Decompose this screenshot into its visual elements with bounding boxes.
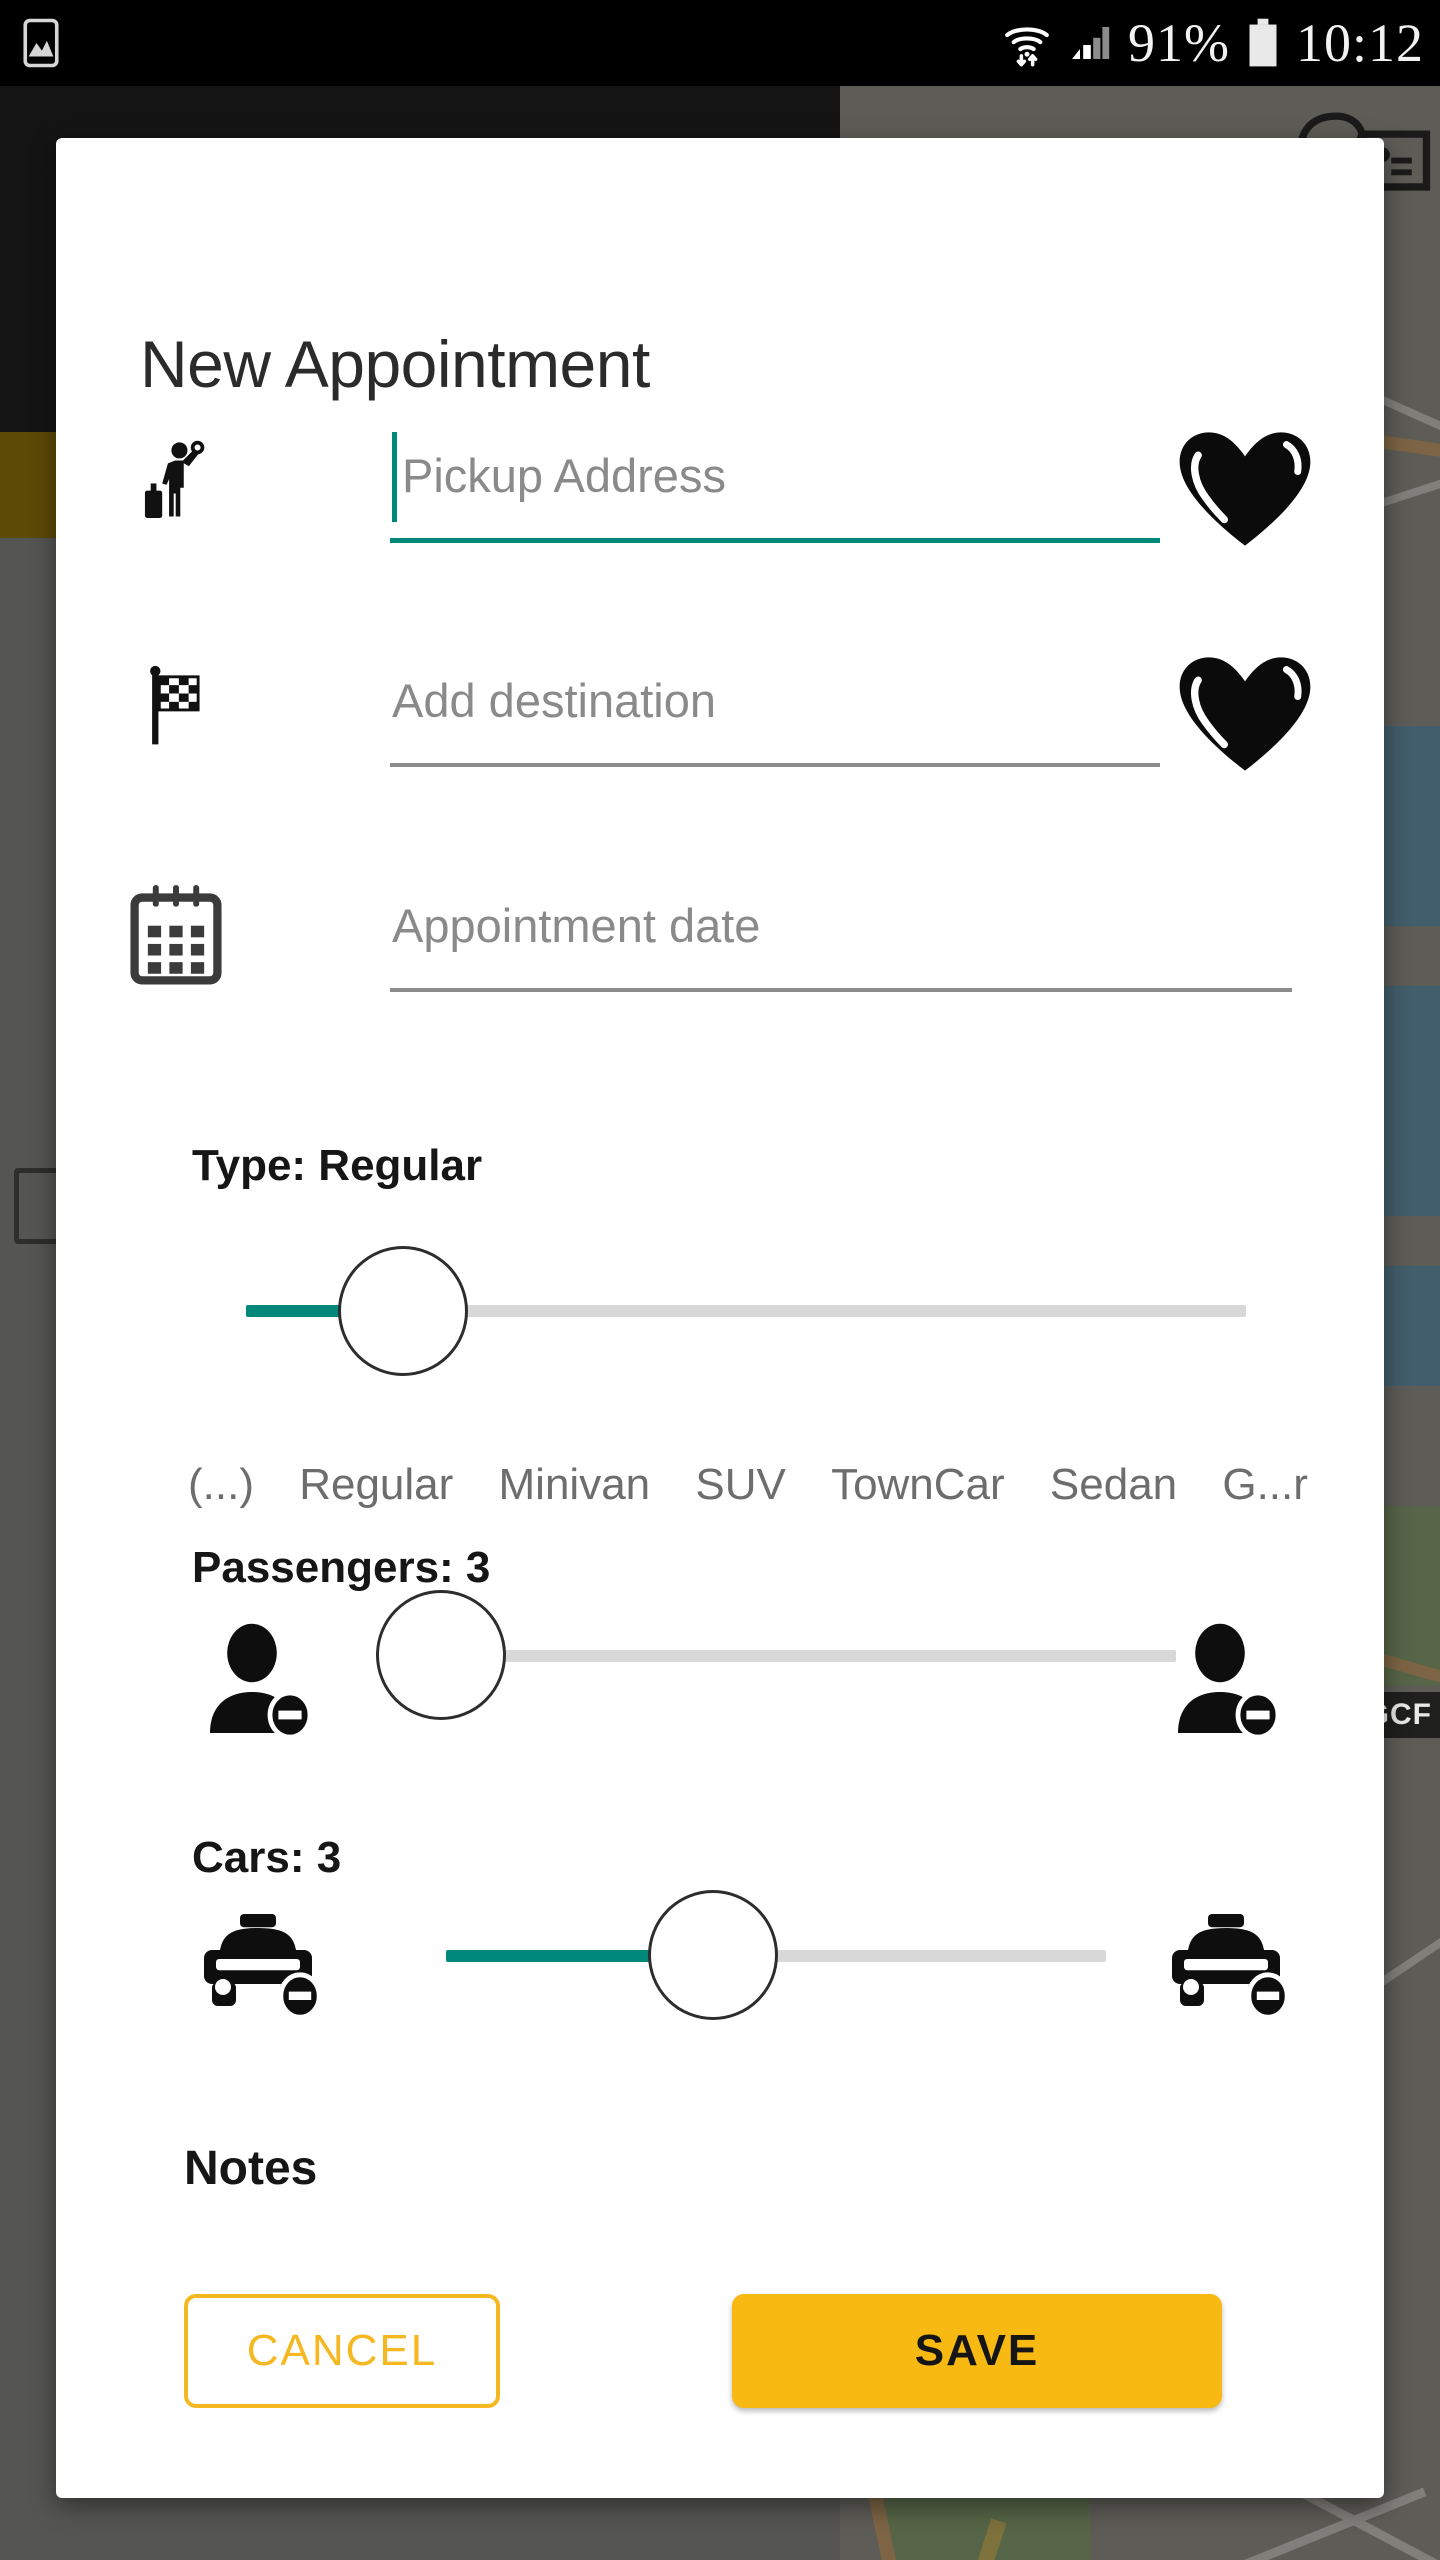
cars-slider-thumb[interactable] bbox=[648, 1890, 778, 2020]
taxi-minus-icon[interactable] bbox=[196, 1910, 328, 2022]
passengers-slider-label: Passengers: 3 bbox=[192, 1543, 491, 1592]
cell-signal-icon bbox=[1072, 27, 1110, 59]
calendar-icon[interactable] bbox=[118, 878, 234, 990]
cars-slider-label: Cars: 3 bbox=[192, 1833, 342, 1882]
destination-underline bbox=[390, 763, 1160, 767]
save-button[interactable]: SAVE bbox=[732, 2294, 1222, 2408]
person-minus-icon[interactable] bbox=[196, 1620, 324, 1738]
battery-icon bbox=[1249, 18, 1277, 67]
destination-row: Add destination bbox=[56, 643, 1384, 803]
type-option-4[interactable]: TownCar bbox=[831, 1460, 1005, 1510]
checkered-flag-icon bbox=[130, 659, 226, 755]
destination-input[interactable]: Add destination bbox=[392, 673, 716, 728]
notes-label: Notes bbox=[184, 2142, 318, 2195]
type-option-0[interactable]: (...) bbox=[188, 1460, 254, 1510]
wifi-transfer-icon bbox=[1005, 27, 1049, 67]
status-bar-left bbox=[0, 16, 68, 70]
heart-icon[interactable] bbox=[1172, 428, 1318, 550]
type-option-3[interactable]: SUV bbox=[695, 1460, 785, 1510]
heart-icon[interactable] bbox=[1172, 653, 1318, 775]
appointment-date-underline bbox=[390, 988, 1292, 992]
image-icon bbox=[23, 18, 59, 68]
status-bar-right: 91% 10:12 bbox=[1002, 16, 1440, 70]
type-slider-thumb[interactable] bbox=[338, 1246, 468, 1376]
cancel-button[interactable]: CANCEL bbox=[184, 2294, 500, 2408]
pickup-address-row: Pickup Address bbox=[56, 418, 1384, 578]
pickup-address-underline bbox=[390, 538, 1160, 543]
battery-percent-label: 91% bbox=[1128, 13, 1230, 73]
passengers-slider-track[interactable] bbox=[436, 1650, 1176, 1662]
type-option-2[interactable]: Minivan bbox=[499, 1460, 651, 1510]
page-title: New Appointment bbox=[140, 327, 650, 401]
type-option-5[interactable]: Sedan bbox=[1050, 1460, 1177, 1510]
type-slider-label: Type: Regular bbox=[192, 1141, 483, 1190]
appointment-date-input[interactable]: Appointment date bbox=[392, 898, 760, 953]
type-option-1[interactable]: Regular bbox=[299, 1460, 453, 1510]
taxi-minus-icon[interactable] bbox=[1164, 1910, 1296, 2022]
appointment-date-row: Appointment date bbox=[56, 868, 1384, 1028]
status-bar: 91% 10:12 bbox=[0, 0, 1440, 86]
passengers-slider-thumb[interactable] bbox=[376, 1590, 506, 1720]
clock-label: 10:12 bbox=[1295, 13, 1424, 73]
pickup-address-input[interactable]: Pickup Address bbox=[402, 448, 726, 503]
text-cursor bbox=[392, 432, 397, 522]
passenger-hailing-icon bbox=[130, 434, 226, 530]
new-appointment-dialog: New Appointment Pickup Address Add desti… bbox=[56, 138, 1384, 2498]
person-minus-icon[interactable] bbox=[1164, 1620, 1292, 1738]
type-option-6[interactable]: G...r bbox=[1222, 1460, 1308, 1510]
type-slider-options: (...) Regular Minivan SUV TownCar Sedan … bbox=[188, 1460, 1308, 1510]
